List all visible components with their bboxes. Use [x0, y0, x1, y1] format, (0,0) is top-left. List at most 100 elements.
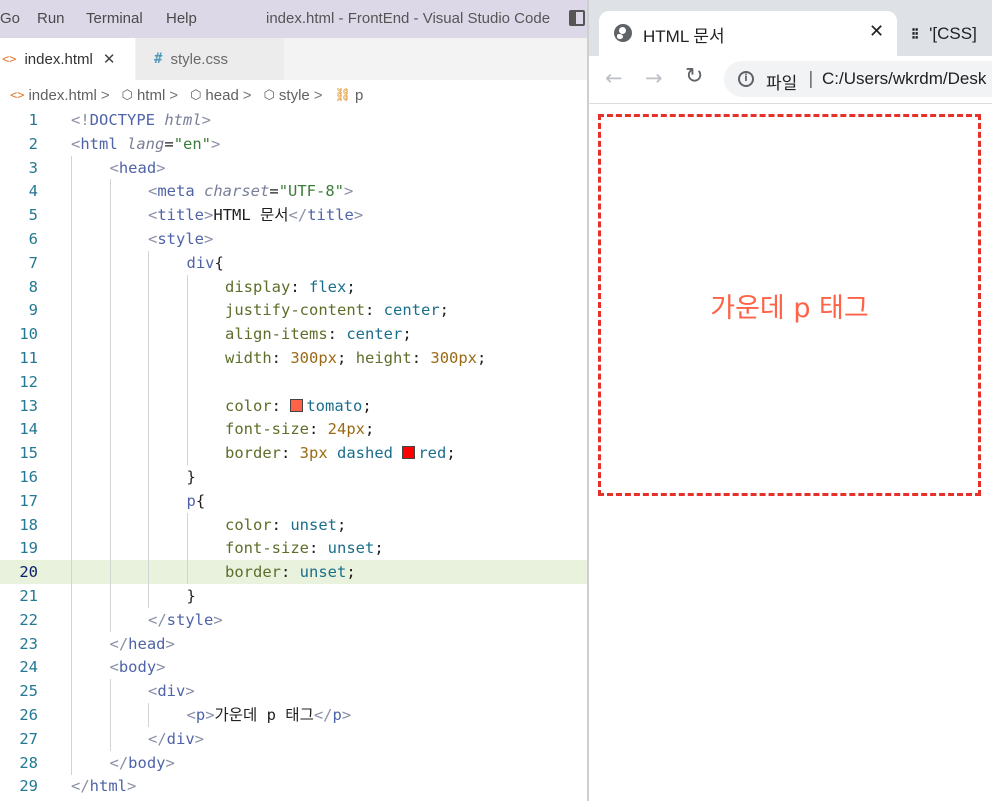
site-info-label: 파일 [766, 74, 798, 93]
centered-paragraph: 가운데 p 태그 [710, 292, 869, 324]
code-text: } [186, 587, 196, 605]
color-swatch[interactable] [402, 446, 416, 460]
code-line[interactable]: 11 width: 300px; height: 300px; [0, 346, 588, 370]
tab-index-html[interactable]: <> index.html ✕ [0, 38, 135, 80]
forward-arrow-icon[interactable]: → [645, 66, 663, 90]
indent-guide [148, 298, 149, 323]
code-line[interactable]: 29 </html> [0, 774, 588, 798]
editor-tab-bar: <> index.html ✕ # style.css [0, 38, 588, 80]
line-number: 3 [28, 158, 38, 177]
indent-guide [71, 631, 72, 656]
indent-guide [186, 298, 188, 323]
code-editor[interactable]: 1 <!DOCTYPE html> 2 <html lang="en"> 3 <head>… [0, 108, 588, 801]
breadcrumb-item-p[interactable]: p [355, 87, 363, 104]
code-line[interactable]: 1 <!DOCTYPE html> [0, 108, 588, 132]
code-line[interactable]: 5 <title>HTML 문서</title> [0, 203, 588, 228]
code-line[interactable]: 12 [0, 369, 588, 394]
menu-run[interactable]: Run [37, 10, 65, 27]
chevron-right-icon: > [100, 86, 110, 104]
html-file-icon: <> [10, 88, 25, 102]
code-line[interactable]: 21} [0, 584, 588, 608]
indent-guide [109, 393, 111, 418]
code-line[interactable]: 14 font-size: 24px; [0, 417, 588, 442]
indent-guide [148, 441, 149, 466]
code-line[interactable]: 3 <head> [0, 155, 588, 180]
toggle-sidebar-icon[interactable] [569, 10, 585, 26]
url-text[interactable]: C:/Users/wkrdm/Desk [822, 69, 986, 89]
menu-go[interactable]: Go [0, 10, 20, 27]
indent-guide [71, 655, 72, 680]
code-line[interactable]: 2 <html lang="en"> [0, 132, 588, 156]
indent-guide [148, 465, 149, 489]
indent-guide [186, 536, 188, 561]
close-icon[interactable]: ✕ [103, 50, 116, 68]
code-line[interactable]: 6 <style> [0, 227, 588, 251]
indent-guide [109, 560, 111, 585]
line-number: 22 [19, 610, 38, 629]
menu-help[interactable]: Help [166, 10, 197, 27]
line-number: 10 [19, 325, 38, 344]
indent-guide [148, 393, 149, 418]
color-swatch[interactable] [290, 398, 304, 412]
code-line[interactable]: 26 <p>가운데 p 태그</p> [0, 703, 588, 727]
indent-guide [148, 488, 149, 513]
close-icon[interactable]: ✕ [869, 21, 884, 42]
breadcrumb-item-head[interactable]: head [205, 87, 238, 104]
breadcrumb-item-style[interactable]: style [279, 87, 310, 104]
code-line[interactable]: 10 align-items: center; [0, 322, 588, 347]
code-line[interactable]: 13 color: tomato; [0, 393, 588, 418]
code-text: </body> [109, 753, 175, 772]
code-line[interactable]: 4 <meta charset="UTF-8"> [0, 179, 588, 204]
indent-guide [109, 227, 111, 251]
line-number: 17 [19, 491, 38, 510]
menu-bar: Go Run Terminal Help index.html - FrontE… [0, 0, 588, 38]
menu-terminal[interactable]: Terminal [86, 10, 143, 27]
address-bar[interactable]: i 파일 | C:/Users/wkrdm/Desk [724, 61, 992, 97]
indent-guide [71, 393, 72, 418]
code-line[interactable]: 8 display: flex; [0, 274, 588, 299]
code-line[interactable]: 24 <body> [0, 655, 588, 680]
code-line[interactable]: 27 </div> [0, 726, 588, 751]
code-line[interactable]: 20 border: unset; [0, 560, 588, 585]
indent-guide [71, 441, 72, 466]
browser-tab-active[interactable]: HTML 문서 ✕ [599, 11, 897, 56]
line-number: 28 [19, 753, 38, 772]
indent-guide [71, 560, 72, 585]
info-icon[interactable]: i [738, 71, 754, 87]
symbol-element-icon: ⬡ [121, 87, 133, 102]
code-line[interactable]: 9 justify-content: center; [0, 298, 588, 323]
browser-tab-second[interactable]: ⁝⁝ '[CSS] [911, 14, 977, 54]
code-line[interactable]: 18 color: unset; [0, 512, 588, 537]
code-line[interactable]: 17 p{ [0, 488, 588, 513]
breadcrumb-item-file[interactable]: index.html [28, 87, 96, 104]
indent-guide [71, 679, 72, 704]
indent-guide [71, 322, 72, 347]
code-text: <div> [148, 682, 195, 701]
code-line[interactable]: 22 </style> [0, 607, 588, 632]
tab-style-css[interactable]: # style.css [136, 38, 284, 80]
code-line[interactable]: 7 div{ [0, 250, 588, 275]
indent-guide [109, 298, 111, 323]
code-line[interactable]: 25 <div> [0, 679, 588, 704]
line-number: 25 [19, 682, 38, 701]
code-line[interactable]: 28 </body> [0, 750, 588, 775]
indent-guide [71, 274, 72, 299]
code-line[interactable]: 15 border: 3px dashed red; [0, 441, 588, 466]
line-number: 5 [28, 206, 38, 225]
code-text: color: tomato; [225, 396, 372, 415]
code-line[interactable]: 23 </head> [0, 631, 588, 656]
indent-guide [109, 441, 111, 466]
indent-guide [71, 584, 72, 608]
breadcrumb-item-html[interactable]: html [137, 87, 165, 104]
chevron-right-icon: > [242, 86, 252, 104]
centered-box: 가운데 p 태그 [598, 114, 981, 496]
code-text: font-size: unset; [225, 539, 384, 558]
back-arrow-icon[interactable]: ← [605, 66, 623, 90]
indent-guide [148, 536, 149, 561]
indent-guide [71, 607, 72, 632]
indent-guide [109, 536, 111, 561]
code-text: <!DOCTYPE html> [71, 111, 211, 129]
code-line[interactable]: 19 font-size: unset; [0, 536, 588, 561]
reload-icon[interactable]: ↻ [685, 64, 703, 89]
code-line[interactable]: 16} [0, 465, 588, 489]
